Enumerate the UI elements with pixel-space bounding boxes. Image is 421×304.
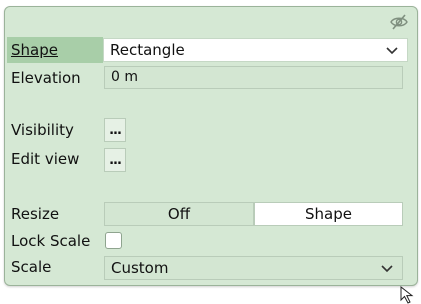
shape-label: Shape: [11, 41, 58, 59]
shape-select-value: Rectangle: [110, 41, 185, 59]
eye-off-icon[interactable]: [389, 12, 409, 32]
lock-scale-checkbox[interactable]: [105, 232, 122, 249]
scale-select-value: Custom: [111, 259, 169, 277]
chevron-down-icon: [386, 47, 398, 55]
elevation-field[interactable]: 0 m: [104, 66, 403, 89]
resize-option-shape[interactable]: Shape: [254, 202, 403, 226]
visibility-edit-button[interactable]: ...: [104, 118, 126, 142]
resize-option-off[interactable]: Off: [104, 202, 254, 226]
properties-panel: Shape Rectangle Elevation 0 m Visibility…: [4, 6, 418, 286]
scale-label: Scale: [11, 258, 52, 276]
shape-select[interactable]: Rectangle: [103, 38, 408, 62]
resize-label: Resize: [11, 205, 60, 223]
resize-cursor-icon: [400, 286, 414, 304]
visibility-label: Visibility: [11, 121, 74, 139]
chevron-down-icon: [381, 265, 393, 273]
lock-scale-label: Lock Scale: [11, 232, 91, 250]
scale-select[interactable]: Custom: [104, 256, 403, 280]
elevation-value: 0 m: [111, 69, 138, 85]
edit-view-button[interactable]: ...: [104, 148, 126, 172]
edit-view-label: Edit view: [11, 150, 80, 168]
elevation-label: Elevation: [11, 69, 81, 87]
